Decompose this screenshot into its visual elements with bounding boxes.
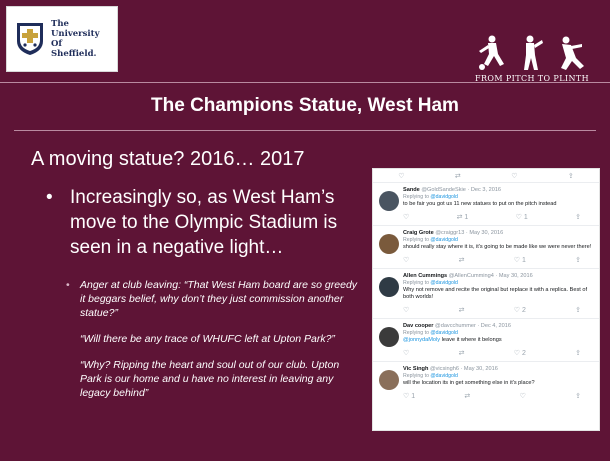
share-icon: ⇪ [575,306,581,314]
replying-to-label: Replying to [403,237,429,243]
replying-to-label: Replying to [403,373,429,379]
tweet-author: Dav cooper [403,323,434,329]
tweet-actions: ♡ ⇄ ♡ 2 ⇪ [403,346,595,359]
title-divider [14,130,596,131]
university-name: The University Of Sheffield. [51,19,100,59]
tweet-author: Craig Grote [403,230,434,236]
reply-icon: ♡ [403,349,410,357]
retweet-icon: ⇄ [458,306,465,314]
tweet-actions: ♡ ⇄ ♡ 1 ⇪ [403,253,595,266]
tweet-handle: @davcchummer · Dec 4, 2016 [435,323,511,329]
tweet-actions-top: ♡ ⇄ ♡ ⇪ [373,169,599,182]
avatar [379,234,399,254]
avatar [379,277,399,297]
reply-icon: ♡ [403,213,410,221]
tweet: Dav cooper @davcchummer · Dec 4, 2016 Re… [373,318,599,361]
reply-target-link: @davidgold [430,373,458,379]
mention-link: @jonnydaMoly [403,337,441,343]
tweet-actions: ♡ ⇄ ♡ 2 ⇪ [403,303,595,316]
tweet: Allen Cummings @AllenCumming4 · May 30, … [373,268,599,318]
tweet-text: @jonnydaMoly leave it where it belongs [403,337,595,344]
share-icon: ⇪ [575,392,581,400]
tweet-actions: ♡ 1 ⇄ ♡ ⇪ [403,389,595,402]
share-icon: ⇪ [567,172,574,180]
replying-to-label: Replying to [403,280,429,286]
reply-target-link: @davidgold [430,194,458,200]
like-icon: ♡ [519,392,526,400]
fan-quotes: • Anger at club leaving: “That West Ham … [62,278,362,400]
reply-icon: ♡ 1 [403,392,416,400]
slide-title: The Champions Statue, West Ham [151,95,459,116]
university-logo: The University Of Sheffield. [6,6,118,72]
replying-to-label: Replying to [403,194,429,200]
university-crest-icon [17,23,43,55]
reply-icon: ♡ [398,172,405,180]
quote-1: • Anger at club leaving: “That West Ham … [62,278,362,320]
tweet: Craig Grote @craiggr13 · May 30, 2016 Re… [373,225,599,268]
tweet-handle: @AllenCumming4 · May 30, 2016 [448,273,533,279]
retweet-icon: ⇄ [458,256,465,264]
retweet-icon: ⇄ [454,172,461,180]
tweet-handle: @vicsingh6 · May 30, 2016 [429,366,498,372]
tweet-author: Sande [403,187,420,193]
tweet-text: to be fair you got us 11 new statues to … [403,201,557,207]
quote-1-text: Anger at club leaving: “That West Ham bo… [80,279,358,319]
share-icon: ⇪ [575,213,581,221]
avatar [379,191,399,211]
reply-target-link: @davidgold [430,237,458,243]
sub-bullet-marker: • [66,279,70,291]
like-icon: ♡ [511,172,518,180]
tweet-text-content: leave it where it belongs [441,337,502,343]
tweet-author: Allen Cummings [403,273,448,279]
reply-target-link: @davidgold [430,280,458,286]
quote-3: “Why? Ripping the heart and soul out of … [80,359,340,399]
retweet-icon: ⇄ [464,392,471,400]
tweet-text: will the location its in get something e… [403,380,535,386]
tweet-handle: @GoldSandeSkie · Dec 3, 2016 [421,187,502,193]
tweet-handle: @craiggr13 · May 30, 2016 [435,230,504,236]
like-icon: ♡ 1 [513,256,526,264]
share-icon: ⇪ [575,256,581,264]
avatar [379,370,399,390]
like-icon: ♡ 2 [513,306,526,314]
tweet-text: Why not remove and recite the original b… [403,287,588,300]
bullet-text: Increasingly so, as West Ham’s move to t… [70,187,338,258]
tweet-author: Vic Singh [403,366,429,372]
pitch-to-plinth-logo: FROM PITCH TO PLINTH [460,34,604,84]
tweet-text: should really stay where it is, it's goi… [403,244,592,250]
header-divider [0,82,610,83]
tweet: Sande @GoldSandeSkie · Dec 3, 2016 Reply… [373,182,599,225]
bullet-marker: • [46,187,53,208]
slide: The University Of Sheffield. FROM PITCH … [0,0,610,461]
footballer-silhouettes-icon [479,35,584,70]
reply-target-link: @davidgold [430,330,458,336]
reply-icon: ♡ [403,256,410,264]
tweet-actions: ♡ ⇄ 1 ♡ 1 ⇪ [403,210,595,223]
slide-subtitle: A moving statue? 2016… 2017 [31,148,305,170]
quote-2: “Will there be any trace of WHUFC left a… [80,333,335,345]
avatar [379,327,399,347]
like-icon: ♡ 2 [513,349,526,357]
retweet-icon: ⇄ 1 [456,213,469,221]
main-bullet: • Increasingly so, as West Ham’s move to… [46,185,366,260]
reply-icon: ♡ [403,306,410,314]
twitter-replies-screenshot: ♡ ⇄ ♡ ⇪ Sande @GoldSandeSkie · Dec 3, 20… [372,168,600,431]
retweet-icon: ⇄ [458,349,465,357]
share-icon: ⇪ [575,349,581,357]
replying-to-label: Replying to [403,330,429,336]
like-icon: ♡ 1 [515,213,528,221]
tweet: Vic Singh @vicsingh6 · May 30, 2016 Repl… [373,361,599,404]
